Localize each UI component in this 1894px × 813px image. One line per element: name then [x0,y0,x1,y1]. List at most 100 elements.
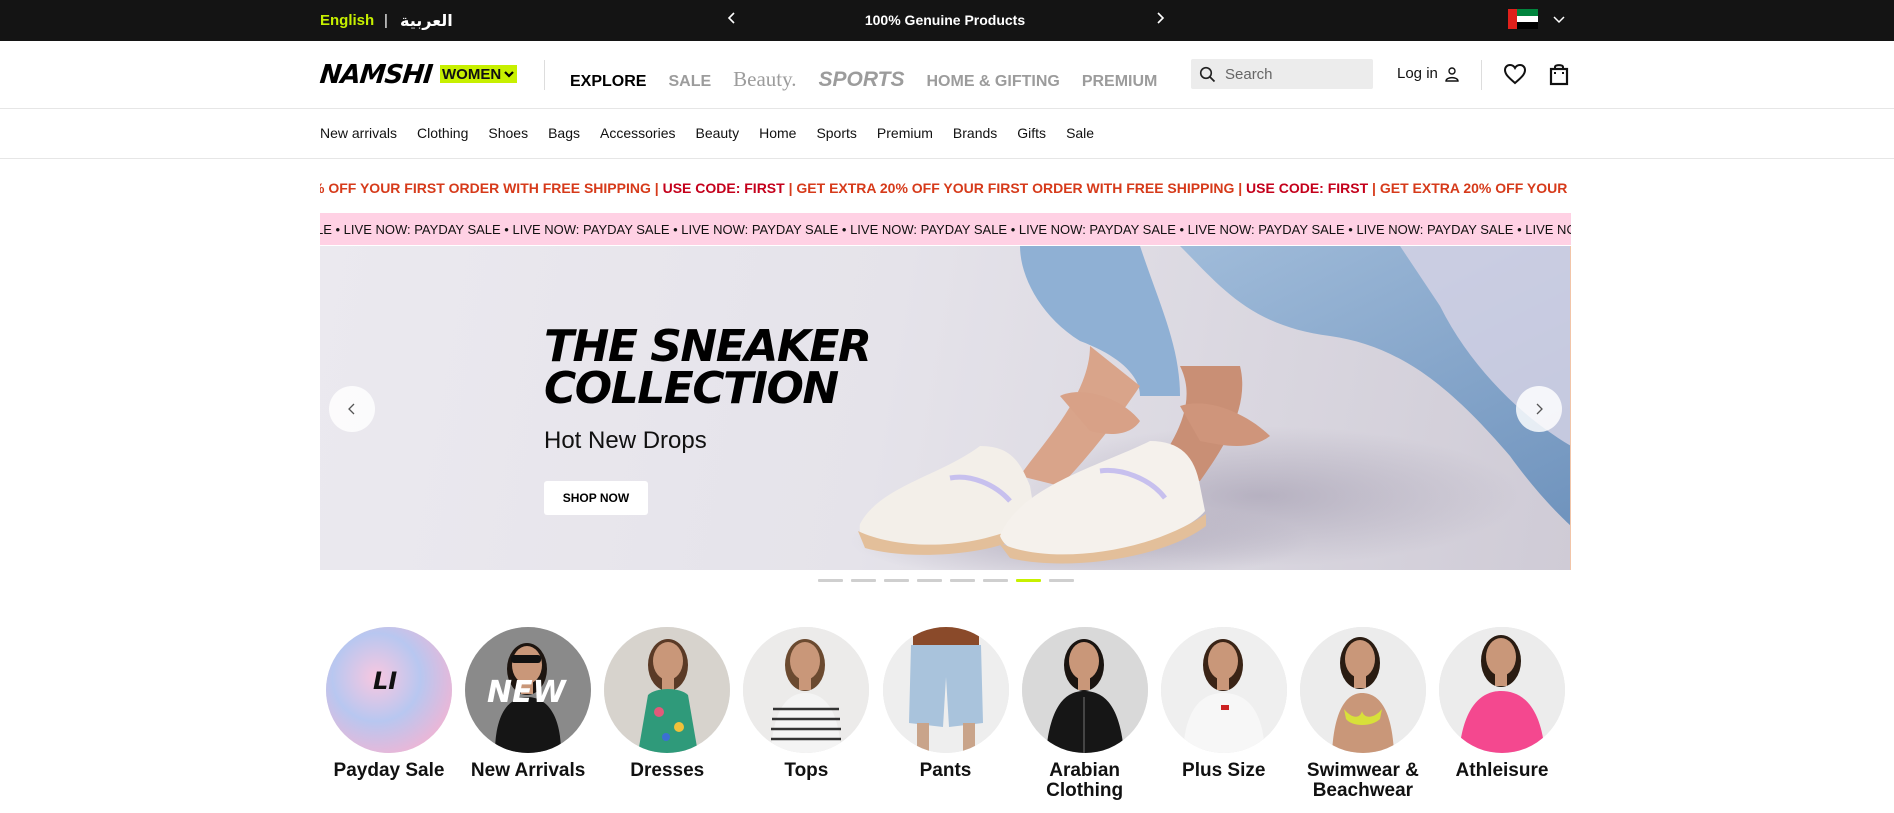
shopping-bag-icon[interactable] [1548,62,1570,86]
category-circle-pants[interactable]: Pants [881,627,1011,801]
category-circle-tops[interactable]: Tops [741,627,871,801]
category-circle-athleisure[interactable]: Athleisure [1437,627,1567,801]
category-nav-bags[interactable]: Bags [548,125,580,141]
category-nav-accessories[interactable]: Accessories [600,125,675,141]
shop-now-button[interactable]: SHOP NOW [544,481,648,515]
live-sale-text: LE • LIVE NOW: PAYDAY SALE • LIVE NOW: P… [320,222,1571,237]
category-image: NEW [465,627,592,753]
main-nav: EXPLORE SALE Beauty. SPORTS HOME & GIFTI… [570,67,1179,92]
carousel-dot[interactable] [950,579,975,582]
category-circles: LI Payday Sale NEW New Arrivals Dresses Tops P… [320,627,1571,801]
category-circle-image [1160,627,1287,753]
category-nav-sale[interactable]: Sale [1066,125,1094,141]
category-nav-premium[interactable]: Premium [877,125,933,141]
category-nav-beauty[interactable]: Beauty [695,125,739,141]
promo-segment: % OFF YOUR FIRST ORDER WITH FREE SHIPPIN… [320,180,663,196]
category-circle-image: LI [326,627,452,753]
category-circle-image [1439,627,1565,753]
category-nav-shoes[interactable]: Shoes [488,125,528,141]
category-circle-payday[interactable]: LI Payday Sale [324,627,454,801]
category-circle-plus[interactable]: Plus Size [1159,627,1289,801]
category-image [604,627,731,753]
nav-home-gifting[interactable]: HOME & GIFTING [926,73,1059,91]
category-circle-label: Swimwear & Beachwear [1306,760,1419,801]
category-image [743,627,870,753]
carousel-dot[interactable] [851,579,876,582]
language-english[interactable]: English [320,12,374,29]
category-nav: New arrivals Clothing Shoes Bags Accessories… [0,109,1894,159]
category-circle-label: Arabian Clothing [1046,760,1124,801]
category-nav-home[interactable]: Home [759,125,796,141]
chevron-left-icon[interactable] [722,8,742,28]
nav-beauty[interactable]: Beauty. [733,67,796,92]
category-nav-clothing[interactable]: Clothing [417,125,468,141]
search-icon [1199,66,1216,83]
search-box[interactable] [1191,59,1373,89]
nav-premium[interactable]: PREMIUM [1082,73,1158,91]
category-image: LI [326,627,452,753]
department-label: WOMEN [442,65,502,83]
live-sale-strip[interactable]: LE • LIVE NOW: PAYDAY SALE • LIVE NOW: P… [320,213,1571,245]
carousel-dot[interactable] [1049,579,1074,582]
payday-badge: LI [373,667,397,695]
carousel-dot[interactable] [1016,579,1041,582]
hero-subtitle: Hot New Drops [544,427,707,454]
hero-next-button[interactable] [1516,386,1562,432]
category-circle-new[interactable]: NEW New Arrivals [463,627,593,801]
user-icon [1445,66,1459,82]
hero-prev-button[interactable] [329,386,375,432]
login-button[interactable]: Log in [1397,65,1460,82]
category-image [882,627,1009,753]
promo-segment: | GET EXTRA 20% OFF YOUR FIRST OR [1372,180,1568,196]
nav-sale[interactable]: SALE [668,73,711,91]
announcement-bar: English | العربية 100% Genuine Products [0,0,1894,41]
login-label: Log in [1397,65,1438,82]
divider [544,60,545,90]
category-circle-label: Plus Size [1182,760,1266,781]
chevron-down-icon [504,71,514,78]
search-input[interactable] [1225,59,1365,89]
carousel-dot[interactable] [818,579,843,582]
category-circle-label: Pants [919,760,972,781]
hero-title: THE SNEAKER COLLECTION [544,321,904,414]
category-image [1439,627,1565,753]
promo-code-strip[interactable]: % OFF YOUR FIRST ORDER WITH FREE SHIPPIN… [320,174,1571,202]
category-circle-image: NEW [465,627,592,753]
category-image [1299,627,1426,753]
promo-code-text: % OFF YOUR FIRST ORDER WITH FREE SHIPPIN… [320,180,1571,196]
hero-title-line1: THE SNEAKER [544,321,872,372]
carousel-dot[interactable] [917,579,942,582]
hero-banner[interactable]: THE SNEAKER COLLECTION Hot New Drops SHO… [320,246,1571,570]
heart-icon[interactable] [1503,63,1527,85]
chevron-left-icon [348,403,355,415]
category-circle-image [882,627,1009,753]
language-arabic[interactable]: العربية [400,11,453,31]
chevron-down-icon[interactable] [1550,10,1568,28]
department-selector[interactable]: WOMEN [440,65,518,83]
category-circle-label: Dresses [630,760,705,781]
uae-flag-icon[interactable] [1508,9,1538,30]
chevron-right-icon[interactable] [1150,8,1170,28]
divider [1481,60,1482,90]
category-nav-brands[interactable]: Brands [953,125,997,141]
namshi-logo[interactable]: NAMSHI [318,60,433,90]
promo-segment: | GET EXTRA 20% OFF YOUR FIRST ORDER WIT… [784,180,1247,196]
category-nav-sports[interactable]: Sports [816,125,856,141]
carousel-dot[interactable] [884,579,909,582]
new-badge: NEW [487,675,568,710]
category-nav-new-arrivals[interactable]: New arrivals [320,125,397,141]
category-image [1160,627,1287,753]
category-nav-gifts[interactable]: Gifts [1017,125,1046,141]
hero-title-line2: COLLECTION [544,363,839,414]
category-circle-image [1299,627,1426,753]
category-circle-swim[interactable]: Swimwear & Beachwear [1298,627,1428,801]
nav-explore[interactable]: EXPLORE [570,73,646,91]
category-circle-label: Tops [784,760,829,781]
carousel-dot[interactable] [983,579,1008,582]
chevron-right-icon [1536,403,1543,415]
nav-sports[interactable]: SPORTS [819,68,905,92]
hero-image [850,246,1570,570]
announcement-text: 100% Genuine Products [864,12,1026,28]
category-circle-arabian[interactable]: Arabian Clothing [1020,627,1150,801]
category-circle-dresses[interactable]: Dresses [602,627,732,801]
